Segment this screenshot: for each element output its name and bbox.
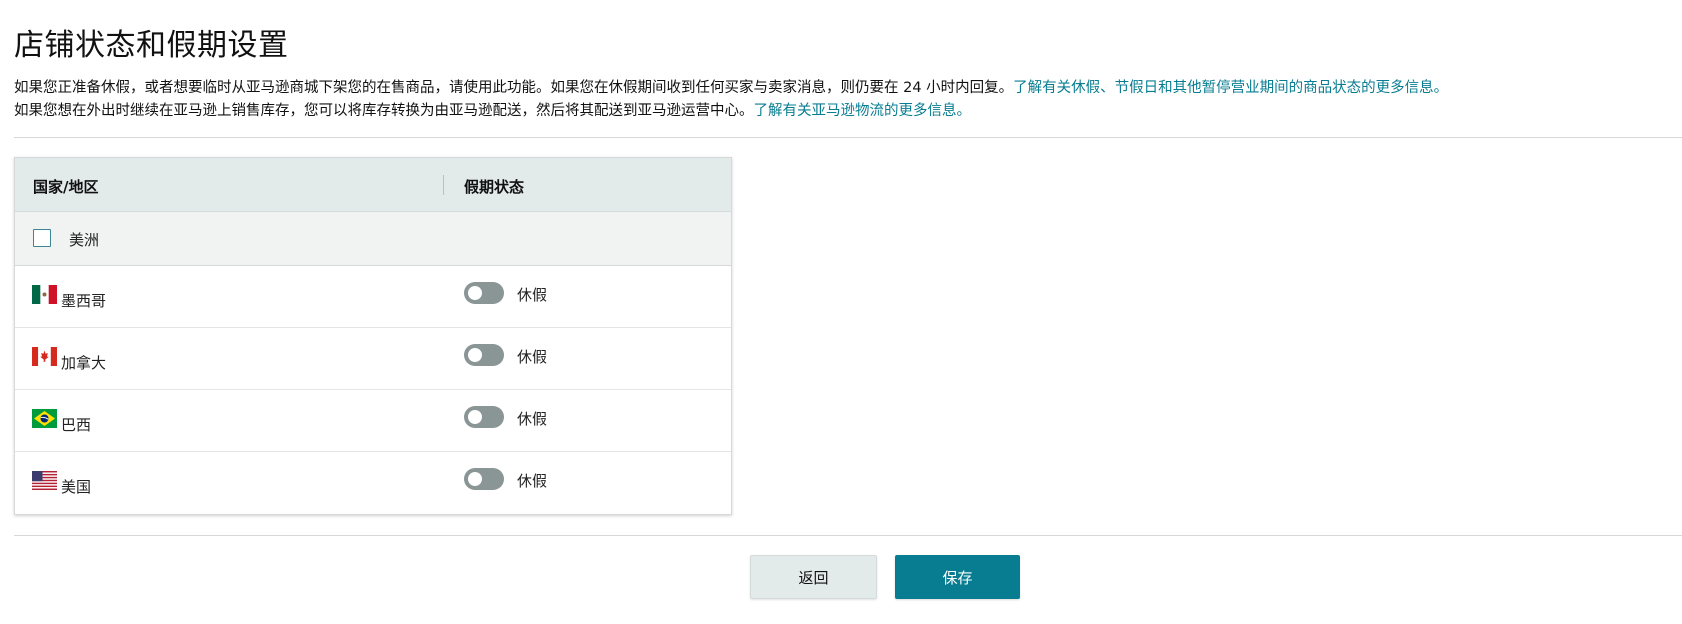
toggle-label: 休假 [517, 472, 548, 490]
mexico-flag-icon [32, 285, 57, 304]
toggle-label: 休假 [517, 410, 548, 428]
page-title: 店铺状态和假期设置 [14, 28, 289, 63]
usa-flag-icon [32, 471, 57, 490]
country-name: 加拿大 [61, 354, 107, 372]
canada-flag-icon [32, 347, 57, 366]
column-header-country: 国家/地区 [33, 178, 99, 196]
region-group-label: 美洲 [69, 231, 100, 249]
region-group-row: 美洲 [15, 212, 731, 266]
vacation-toggle[interactable] [464, 468, 504, 490]
vacation-status-table: 国家/地区 假期状态 美洲 墨西哥 休假 加拿大 休假 巴西 休假 美国 休假 [14, 157, 732, 515]
vacation-info-link[interactable]: 了解有关休假、节假日和其他暂停营业期间的商品状态的更多信息。 [1013, 80, 1448, 96]
back-button[interactable]: 返回 [750, 555, 877, 599]
toggle-label: 休假 [517, 286, 548, 304]
country-name: 墨西哥 [61, 292, 107, 310]
description-text-1: 如果您正准备休假，或者想要临时从亚马逊商城下架您的在售商品，请使用此功能。如果您… [14, 80, 1014, 96]
table-header: 国家/地区 假期状态 [15, 158, 731, 212]
description-line-1: 如果您正准备休假，或者想要临时从亚马逊商城下架您的在售商品，请使用此功能。如果您… [14, 76, 1448, 97]
description-line-2: 如果您想在外出时继续在亚马逊上销售库存，您可以将库存转换为由亚马逊配送，然后将其… [14, 99, 971, 120]
table-row: 加拿大 休假 [15, 328, 731, 390]
toggle-label: 休假 [517, 348, 548, 366]
brazil-flag-icon [32, 409, 57, 428]
save-button[interactable]: 保存 [895, 555, 1020, 599]
region-select-checkbox[interactable] [33, 229, 51, 247]
country-name: 美国 [61, 478, 92, 496]
divider-top [14, 137, 1682, 138]
vacation-settings-page: 店铺状态和假期设置 如果您正准备休假，或者想要临时从亚马逊商城下架您的在售商品，… [0, 0, 1682, 624]
vacation-toggle[interactable] [464, 282, 504, 304]
divider-bottom [14, 535, 1682, 536]
country-name: 巴西 [61, 416, 92, 434]
vacation-toggle[interactable] [464, 344, 504, 366]
table-row: 巴西 休假 [15, 390, 731, 452]
table-row: 墨西哥 休假 [15, 266, 731, 328]
fba-info-link[interactable]: 了解有关亚马逊物流的更多信息。 [754, 103, 972, 119]
column-separator [443, 175, 444, 195]
description-text-2: 如果您想在外出时继续在亚马逊上销售库存，您可以将库存转换为由亚马逊配送，然后将其… [14, 103, 754, 119]
table-row: 美国 休假 [15, 452, 731, 514]
vacation-toggle[interactable] [464, 406, 504, 428]
column-header-status: 假期状态 [464, 178, 525, 196]
